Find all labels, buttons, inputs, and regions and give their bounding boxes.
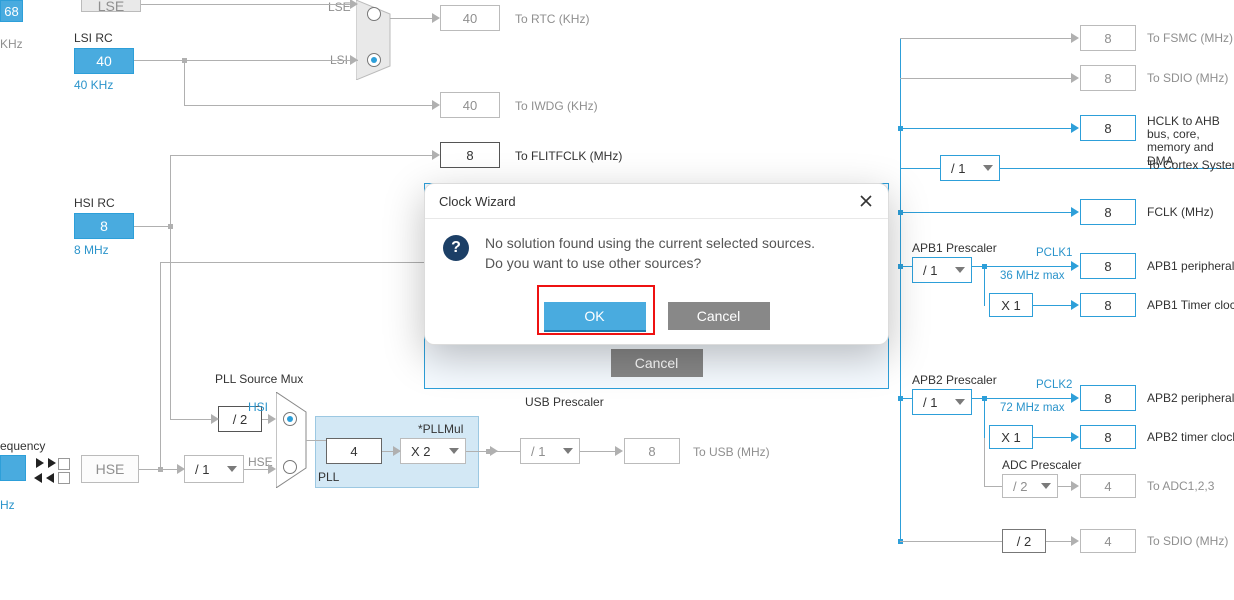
apb2-title: APB2 Prescaler xyxy=(912,373,997,387)
apb1-title: APB1 Prescaler xyxy=(912,241,997,255)
pll-mux-hse-radio[interactable] xyxy=(283,460,297,474)
close-icon[interactable] xyxy=(856,191,876,211)
sdio2-box: 4 xyxy=(1080,529,1136,553)
cortex-div-select[interactable]: / 1 xyxy=(940,155,1000,181)
lsi-value-box: 40 xyxy=(74,48,134,74)
usb-div-select[interactable]: / 1 xyxy=(520,438,580,464)
pll-mul-val: 4 xyxy=(326,438,382,464)
adc-box: 4 xyxy=(1080,474,1136,498)
fclk-box: 8 xyxy=(1080,199,1136,225)
usb-label: To USB (MHz) xyxy=(693,445,770,459)
rtc-mux-lse-radio[interactable] xyxy=(367,7,381,21)
rtc-mux-lsi-radio[interactable] xyxy=(367,53,381,67)
partial-value: 68 xyxy=(4,4,18,19)
iwdg-label: To IWDG (KHz) xyxy=(515,99,598,113)
apb2-div-select[interactable]: / 1 xyxy=(912,389,972,415)
fclk-label: FCLK (MHz) xyxy=(1147,205,1214,219)
apb1-div-select[interactable]: / 1 xyxy=(912,257,972,283)
apb2-tim-label: APB2 timer clocks xyxy=(1147,430,1234,444)
apb1-periph-box: 8 xyxy=(1080,253,1136,279)
lsi-title: LSI RC xyxy=(74,31,113,45)
clock-wizard-dialog: Clock Wizard ? No solution found using t… xyxy=(424,183,889,345)
chevron-down-icon xyxy=(955,267,965,273)
sdio-box: 8 xyxy=(1080,65,1136,91)
usb-title: USB Prescaler xyxy=(525,395,604,409)
usb-value-box: 8 xyxy=(624,438,680,464)
chevron-down-icon xyxy=(227,466,237,472)
apb2-periph-label: APB2 peripherals xyxy=(1147,391,1234,405)
overlay-cancel-button[interactable]: Cancel xyxy=(611,349,703,377)
sdio2-div: / 2 xyxy=(1002,529,1046,553)
hse-block: HSE xyxy=(81,455,139,483)
apb1-tim-box: 8 xyxy=(1080,293,1136,317)
sdio2-label: To SDIO (MHz) xyxy=(1147,534,1228,548)
cancel-button[interactable]: Cancel xyxy=(668,302,770,330)
rtc-value-box: 40 xyxy=(440,5,500,31)
apb2-periph-box: 8 xyxy=(1080,385,1136,411)
hsi-title: HSI RC xyxy=(74,196,115,210)
freq-label: equency xyxy=(0,439,45,453)
chevron-down-icon xyxy=(955,399,965,405)
apb1-periph-label: APB1 peripherals xyxy=(1147,259,1234,273)
lsi-freq: 40 KHz xyxy=(74,78,113,92)
hse-div-select[interactable]: / 1 xyxy=(184,455,244,483)
flitf-label: To FLITFCLK (MHz) xyxy=(515,149,622,163)
adc-div-select[interactable]: / 2 xyxy=(1002,474,1058,498)
question-icon: ? xyxy=(443,235,469,261)
fsmc-box: 8 xyxy=(1080,25,1136,51)
apb2-tim-mul: X 1 xyxy=(989,425,1033,449)
adc-label: To ADC1,2,3 xyxy=(1147,479,1214,493)
chevron-down-icon xyxy=(1041,483,1051,489)
lse-block: LSE xyxy=(81,0,141,12)
ahb-box: 8 xyxy=(1080,115,1136,141)
dialog-message: No solution found using the current sele… xyxy=(485,233,815,274)
iwdg-value-box: 40 xyxy=(440,92,500,118)
pllmul-label: *PLLMul xyxy=(418,422,463,436)
fsmc-label: To FSMC (MHz) xyxy=(1147,31,1233,45)
chevron-down-icon xyxy=(449,448,459,454)
clock-config-canvas: 68 KHz equency Hz LSE LSI RC 40 40 KHz H… xyxy=(0,0,1234,600)
pll-hsi-lbl: HSI xyxy=(248,400,268,414)
hsi-value-box: 8 xyxy=(74,213,134,239)
ok-button[interactable]: OK xyxy=(544,302,646,332)
rtc-label: To RTC (KHz) xyxy=(515,12,589,26)
apb1-tim-label: APB1 Timer clocks xyxy=(1147,298,1234,312)
apb2-pclk: PCLK2 xyxy=(1036,379,1072,391)
freq-box xyxy=(0,455,26,481)
sdio-label: To SDIO (MHz) xyxy=(1147,71,1228,85)
apb1-tim-mul: X 1 xyxy=(989,293,1033,317)
chevron-down-icon xyxy=(563,448,573,454)
apb1-pclk: PCLK1 xyxy=(1036,247,1072,259)
dialog-titlebar: Clock Wizard xyxy=(425,184,888,219)
unit-hz: Hz xyxy=(0,498,15,512)
chevron-down-icon xyxy=(983,165,993,171)
apb2-max: 72 MHz max xyxy=(1000,402,1065,414)
hsi-freq: 8 MHz xyxy=(74,243,109,257)
pll-mul-select[interactable]: X 2 xyxy=(400,438,466,464)
pll-mux-title: PLL Source Mux xyxy=(215,372,303,386)
flitf-value-box: 8 xyxy=(440,142,500,168)
pll-mux-hsi-radio[interactable] xyxy=(283,412,297,426)
unit-khz: KHz xyxy=(0,37,23,51)
apb1-max: 36 MHz max xyxy=(1000,270,1065,282)
dialog-title: Clock Wizard xyxy=(439,194,516,209)
pll-unit: PLL xyxy=(318,470,339,484)
partial-value-box: 68 xyxy=(0,0,23,22)
cortex-label: To Cortex System xyxy=(1147,158,1234,172)
adc-title: ADC Prescaler xyxy=(1002,458,1081,472)
apb2-tim-box: 8 xyxy=(1080,425,1136,449)
mux-lbl-lse: LSE xyxy=(328,0,351,14)
